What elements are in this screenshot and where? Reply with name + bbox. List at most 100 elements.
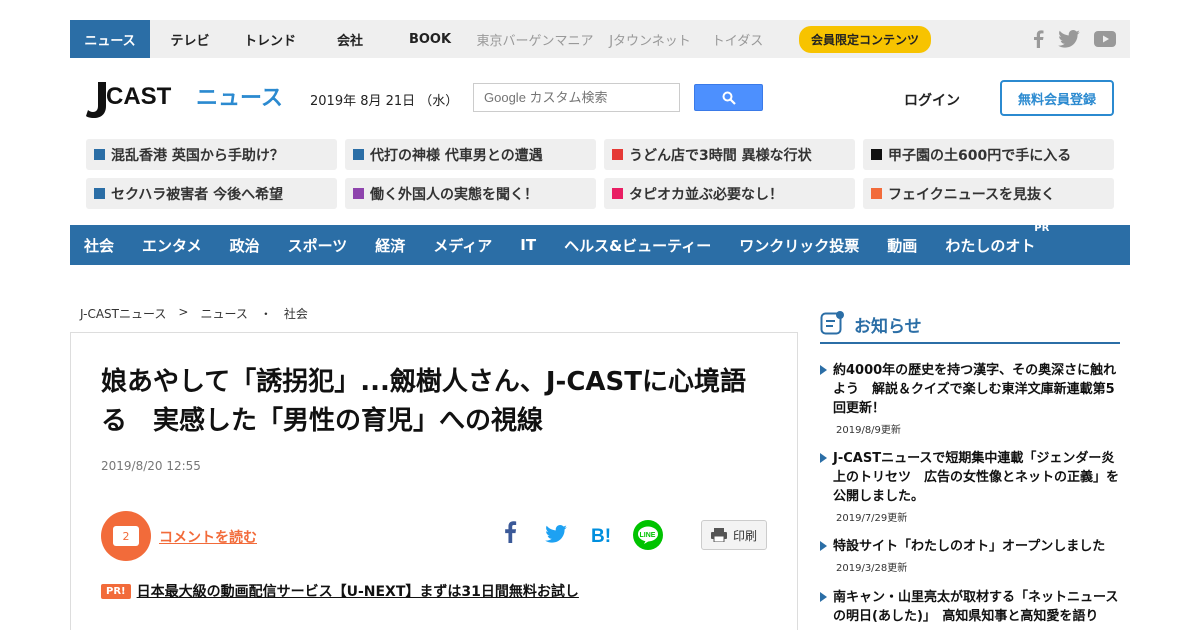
topic-marker	[94, 188, 105, 199]
topic-marker	[612, 188, 623, 199]
line-share-icon[interactable]: LINE	[633, 520, 663, 550]
topic-marker	[94, 149, 105, 160]
tab-toidas[interactable]: トイダス	[700, 20, 775, 58]
notice-icon	[820, 311, 844, 335]
notice-text: 特設サイト「わたしのオト」オープンしました	[833, 539, 1106, 554]
topic-link[interactable]: フェイクニュースを見抜く	[863, 178, 1114, 209]
topic-label: 混乱香港 英国から手助け？	[111, 147, 284, 164]
facebook-icon[interactable]	[1032, 30, 1044, 48]
nav-entertainment[interactable]: エンタメ	[142, 235, 202, 256]
bullet-arrow-icon	[820, 453, 827, 463]
pr-label: PR	[1034, 222, 1050, 234]
topic-label: タピオカ並ぶ必要なし！	[629, 186, 783, 203]
tab-company[interactable]: 会社	[310, 20, 390, 58]
pr-badge: PR!	[101, 583, 131, 599]
site-logo[interactable]: CAST ニュース	[86, 78, 286, 122]
topic-label: フェイクニュースを見抜く	[888, 186, 1056, 203]
bullet-arrow-icon	[820, 592, 827, 602]
print-label: 印刷	[732, 528, 757, 543]
topic-link[interactable]: うどん店で3時間 異様な行状	[604, 139, 855, 170]
notice-item[interactable]: J-CASTニュースで短期集中連載「ジェンダー炎上のトリセツ 広告の女性像とネッ…	[820, 449, 1120, 524]
topic-link[interactable]: タピオカ並ぶ必要なし！	[604, 178, 855, 209]
notice-text: 約4000年の歴史を持つ漢字、その奥深さに触れよう 解説＆クイズで楽しむ東洋文庫…	[833, 363, 1117, 416]
notice-text: J-CASTニュースで短期集中連載「ジェンダー炎上のトリセツ 広告の女性像とネッ…	[833, 451, 1120, 504]
login-link[interactable]: ログイン	[904, 90, 960, 110]
nav-health-beauty[interactable]: ヘルス&ビューティー	[564, 235, 711, 256]
facebook-share-icon[interactable]	[503, 521, 517, 543]
breadcrumb-news[interactable]: ニュース	[200, 305, 247, 322]
printer-icon	[710, 528, 727, 542]
notice-date: 2019/3/28更新	[836, 563, 908, 574]
notice-title: お知らせ	[854, 317, 922, 337]
notice-text: 南キャン・山里亮太が取材する「ネットニュースの明日(あした)」 高知県知事と高知…	[833, 590, 1119, 624]
svg-text:ニュース: ニュース	[196, 86, 283, 111]
notice-date: 2019/8/9更新	[836, 425, 901, 436]
topic-marker	[871, 188, 882, 199]
topic-link[interactable]: セクハラ被害者 今後へ希望	[86, 178, 337, 209]
breadcrumb-home[interactable]: J-CASTニュース	[80, 305, 166, 322]
tab-news[interactable]: ニュース	[70, 20, 150, 58]
topic-label: 代打の神様 代車男との遭遇	[370, 147, 543, 164]
tab-trend[interactable]: トレンド	[230, 20, 310, 58]
svg-text:CAST: CAST	[106, 83, 172, 110]
breadcrumb-society[interactable]: 社会	[284, 305, 308, 322]
tab-book[interactable]: BOOK	[390, 20, 470, 58]
read-comments-link[interactable]: コメントを読む	[159, 527, 257, 547]
main-nav: 社会 エンタメ 政治 スポーツ 経済 メディア IT ヘルス&ビューティー ワン…	[70, 223, 1130, 265]
notice-item[interactable]: 特設サイト「わたしのオト」オープンしました 2019/3/28更新	[820, 537, 1120, 574]
member-content-button[interactable]: 会員限定コンテンツ	[799, 25, 932, 53]
bullet-arrow-icon	[820, 541, 827, 551]
topic-label: 働く外国人の実態を聞く！	[370, 186, 538, 203]
notice-item[interactable]: 南キャン・山里亮太が取材する「ネットニュースの明日(あした)」 高知県知事と高知…	[820, 588, 1120, 630]
tab-bargain[interactable]: 東京バーゲンマニア	[470, 20, 600, 58]
topic-link[interactable]: 代打の神様 代車男との遭遇	[345, 139, 596, 170]
nav-it[interactable]: IT	[520, 236, 536, 254]
topic-marker	[612, 149, 623, 160]
comment-count: 2	[113, 526, 139, 546]
topic-label: 甲子園の土600円で手に入る	[888, 147, 1072, 164]
nav-one-click-vote[interactable]: ワンクリック投票	[739, 235, 859, 256]
breadcrumb: J-CASTニュース > ニュース ・ 社会	[80, 305, 308, 322]
twitter-icon[interactable]	[1058, 30, 1080, 48]
article-headline: 娘あやして「誘拐犯」...劔樹人さん、J-CASTに心境語る 実感した「男性の育…	[101, 367, 746, 436]
pr-ad[interactable]: PR! 日本最大級の動画配信サービス【U-NEXT】まずは31日間無料お試し	[101, 581, 579, 601]
social-links	[1032, 20, 1116, 58]
svg-text:B!: B!	[591, 526, 611, 545]
nav-sports[interactable]: スポーツ	[288, 235, 348, 256]
article-card: 娘あやして「誘拐犯」...劔樹人さん、J-CASTに心境語る 実感した「男性の育…	[70, 332, 798, 630]
topic-link[interactable]: 働く外国人の実態を聞く！	[345, 178, 596, 209]
nav-watashi-label: わたしのオト	[945, 236, 1036, 255]
breadcrumb-separator: ・	[259, 307, 272, 321]
topic-marker	[353, 149, 364, 160]
print-button[interactable]: 印刷	[701, 520, 767, 550]
top-nav: ニュース テレビ トレンド 会社 BOOK 東京バーゲンマニア Jタウンネット …	[70, 20, 1130, 58]
nav-watashi-no-oto[interactable]: わたしのオト PR	[945, 223, 1049, 256]
comment-icon[interactable]: 2	[101, 511, 151, 561]
nav-politics[interactable]: 政治	[230, 235, 260, 256]
search-input[interactable]	[473, 83, 680, 112]
nav-video[interactable]: 動画	[887, 235, 917, 256]
notice-header: お知らせ	[820, 310, 1120, 344]
topic-label: セクハラ被害者 今後へ希望	[111, 186, 284, 203]
search-icon	[722, 91, 736, 105]
register-button[interactable]: 無料会員登録	[1000, 80, 1114, 116]
notice-item[interactable]: 約4000年の歴史を持つ漢字、その奥深さに触れよう 解説＆クイズで楽しむ東洋文庫…	[820, 361, 1120, 436]
nav-society[interactable]: 社会	[84, 235, 114, 256]
topic-link[interactable]: 混乱香港 英国から手助け？	[86, 139, 337, 170]
tab-jtown[interactable]: Jタウンネット	[600, 20, 700, 58]
jcast-logo-icon: CAST ニュース	[86, 82, 283, 118]
pr-ad-text: 日本最大級の動画配信サービス【U-NEXT】まずは31日間無料お試し	[136, 584, 579, 600]
tab-tv[interactable]: テレビ	[150, 20, 230, 58]
hatena-bookmark-icon[interactable]: B!	[591, 525, 615, 545]
topic-link[interactable]: 甲子園の土600円で手に入る	[863, 139, 1114, 170]
youtube-icon[interactable]	[1094, 31, 1116, 47]
bullet-arrow-icon	[820, 365, 827, 375]
search-button[interactable]	[694, 84, 763, 111]
twitter-share-icon[interactable]	[545, 525, 567, 543]
topic-label: うどん店で3時間 異様な行状	[629, 147, 812, 164]
nav-economy[interactable]: 経済	[375, 235, 405, 256]
topic-marker	[353, 188, 364, 199]
svg-text:LINE: LINE	[640, 532, 656, 539]
article-date: 2019/8/20 12:55	[101, 459, 201, 473]
nav-media[interactable]: メディア	[433, 235, 492, 256]
